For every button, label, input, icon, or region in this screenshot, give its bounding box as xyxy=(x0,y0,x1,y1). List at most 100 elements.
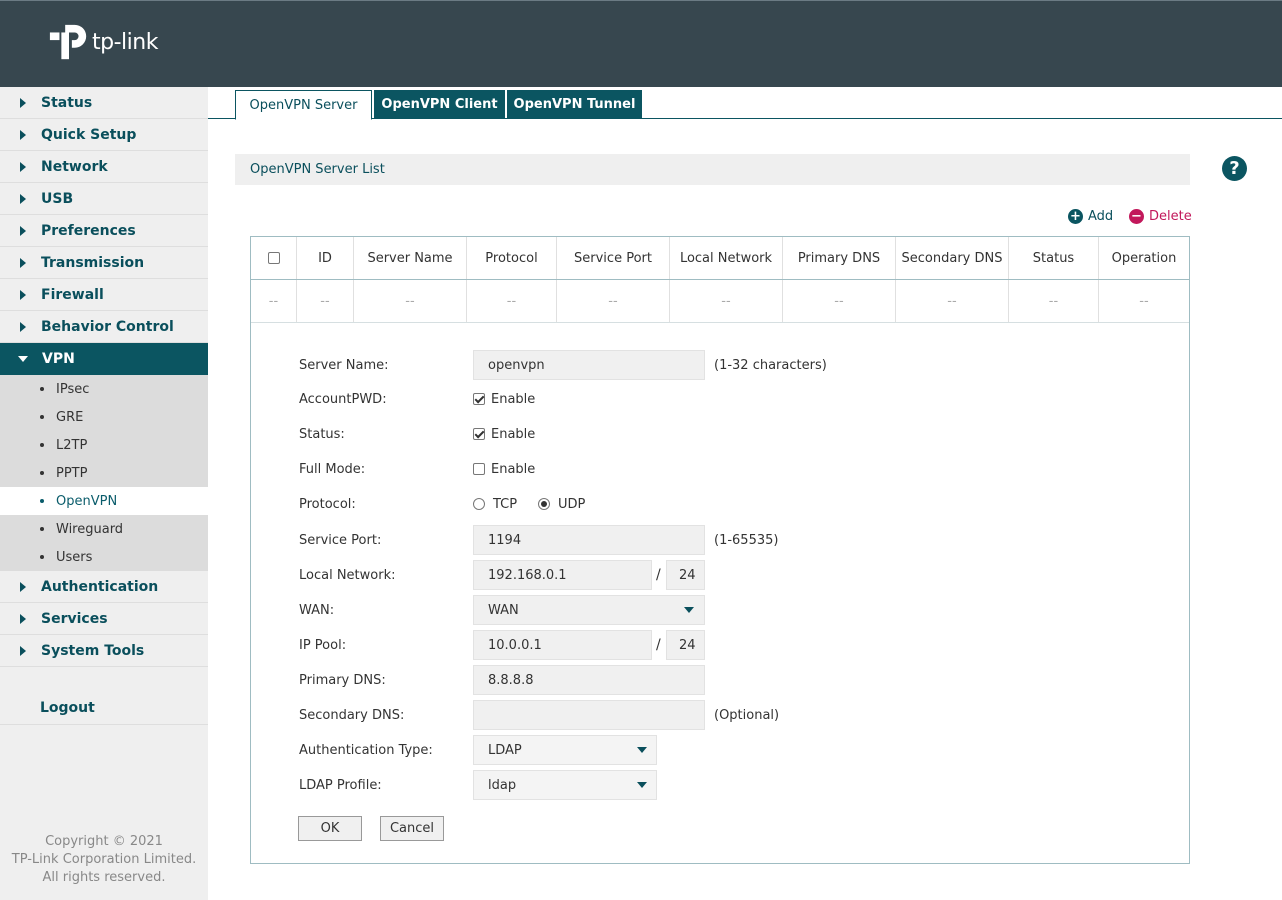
full-mode-option: Enable xyxy=(491,461,536,477)
table-cell: -- xyxy=(670,280,783,322)
logout-link[interactable]: Logout xyxy=(40,700,95,716)
caret-down-icon xyxy=(637,747,647,753)
full-mode-label: Full Mode: xyxy=(299,461,366,477)
table-cell: -- xyxy=(297,280,354,322)
delete-button[interactable]: − Delete xyxy=(1129,209,1192,224)
tab-openvpn-client[interactable]: OpenVPN Client xyxy=(374,90,505,119)
chevron-right-icon xyxy=(20,257,26,268)
protocol-radio-tcp[interactable]: TCP xyxy=(473,489,517,519)
auth-type-label: Authentication Type: xyxy=(299,742,433,758)
sidebar-subitem-gre[interactable]: GRE xyxy=(0,403,208,431)
auth-type-select[interactable]: LDAP xyxy=(473,735,657,765)
sidebar: Status Quick Setup Network USB Preferences Tr… xyxy=(0,87,208,900)
wan-select[interactable]: WAN xyxy=(473,595,705,625)
caret-down-icon xyxy=(684,607,694,613)
tab-openvpn-tunnel[interactable]: OpenVPN Tunnel xyxy=(507,90,642,119)
sidebar-item-behavior-control[interactable]: Behavior Control xyxy=(0,311,208,343)
sidebar-item-label: Firewall xyxy=(41,286,104,303)
bullet-icon xyxy=(40,527,44,531)
tp-link-logo: tp-link xyxy=(48,21,158,63)
add-label: Add xyxy=(1088,209,1114,224)
sidebar-item-firewall[interactable]: Firewall xyxy=(0,279,208,311)
primary-dns-input[interactable]: 8.8.8.8 xyxy=(473,665,705,695)
sidebar-subitem-wireguard[interactable]: Wireguard xyxy=(0,515,208,543)
protocol-label: Protocol: xyxy=(299,496,356,512)
protocol-option-tcp: TCP xyxy=(493,496,518,512)
server-name-label: Server Name: xyxy=(299,357,389,373)
copyright: Copyright © 2021 TP-Link Corporation Lim… xyxy=(0,833,208,887)
sidebar-subitem-label: PPTP xyxy=(56,465,88,481)
copyright-line: Copyright © 2021 xyxy=(45,834,163,849)
table-row: -- -- -- -- -- -- -- -- -- -- xyxy=(251,280,1189,323)
sidebar-item-transmission[interactable]: Transmission xyxy=(0,247,208,279)
column-header: Status xyxy=(1009,237,1099,279)
sidebar-subitem-label: GRE xyxy=(56,409,84,425)
checkbox-checked-icon xyxy=(473,393,485,405)
table-cell: -- xyxy=(1139,293,1149,309)
add-button[interactable]: + Add xyxy=(1068,209,1113,224)
status-checkbox[interactable]: Enable xyxy=(473,419,535,449)
protocol-radio-udp[interactable]: UDP xyxy=(538,489,585,519)
ldap-profile-select[interactable]: ldap xyxy=(473,770,657,800)
radio-selected-icon xyxy=(538,498,550,510)
sidebar-item-usb[interactable]: USB xyxy=(0,183,208,215)
sidebar-subitem-ipsec[interactable]: IPsec xyxy=(0,375,208,403)
chevron-right-icon xyxy=(20,581,26,592)
sidebar-item-label: Transmission xyxy=(41,254,145,271)
ok-button[interactable]: OK xyxy=(298,816,362,841)
account-pwd-checkbox[interactable]: Enable xyxy=(473,384,535,414)
sidebar-subitem-label: Wireguard xyxy=(56,521,124,537)
ip-pool-label: IP Pool: xyxy=(299,637,347,653)
sidebar-item-vpn[interactable]: VPN xyxy=(0,343,208,375)
bullet-icon xyxy=(40,471,44,475)
table-cell: -- xyxy=(354,280,467,322)
secondary-dns-input[interactable] xyxy=(473,700,705,730)
full-mode-checkbox[interactable]: Enable xyxy=(473,454,535,484)
bullet-icon xyxy=(40,555,44,559)
sidebar-item-label: Behavior Control xyxy=(41,318,174,335)
local-network-ip-input[interactable]: 192.168.0.1 xyxy=(473,560,652,590)
ip-pool-mask-input[interactable]: 24 xyxy=(666,630,705,660)
cancel-button[interactable]: Cancel xyxy=(380,816,444,841)
bullet-icon xyxy=(40,415,44,419)
sidebar-item-services[interactable]: Services xyxy=(0,603,208,635)
sidebar-item-authentication[interactable]: Authentication xyxy=(0,571,208,603)
sidebar-item-system-tools[interactable]: System Tools xyxy=(0,635,208,667)
sidebar-item-preferences[interactable]: Preferences xyxy=(0,215,208,247)
server-name-input[interactable]: openvpn xyxy=(473,350,705,380)
select-all-checkbox[interactable] xyxy=(267,252,280,264)
local-network-label: Local Network: xyxy=(299,567,396,583)
separator: / xyxy=(656,567,661,583)
copyright-line: TP-Link Corporation Limited. xyxy=(11,852,197,867)
chevron-right-icon xyxy=(20,193,26,204)
column-header: Server Name xyxy=(354,237,467,279)
sidebar-subitem-l2tp[interactable]: L2TP xyxy=(0,431,208,459)
ip-pool-ip-input[interactable]: 10.0.0.1 xyxy=(473,630,652,660)
sidebar-subitem-pptp[interactable]: PPTP xyxy=(0,459,208,487)
bullet-icon xyxy=(40,387,44,391)
service-port-input[interactable]: 1194 xyxy=(473,525,705,555)
sidebar-item-status[interactable]: Status xyxy=(0,87,208,119)
chevron-right-icon xyxy=(20,161,26,172)
sidebar-subitem-openvpn[interactable]: OpenVPN xyxy=(0,487,208,515)
radio-unselected-icon xyxy=(473,498,485,510)
server-name-hint: (1-32 characters) xyxy=(714,357,827,373)
table-cell: -- xyxy=(896,280,1009,322)
sidebar-item-label: Preferences xyxy=(41,222,136,239)
chevron-right-icon xyxy=(20,613,26,624)
local-network-mask-input[interactable]: 24 xyxy=(666,560,705,590)
help-icon[interactable]: ? xyxy=(1222,156,1247,181)
wan-label: WAN: xyxy=(299,602,335,618)
chevron-down-icon xyxy=(18,356,28,362)
wan-select-value: WAN xyxy=(488,602,519,618)
brand-name: tp-link xyxy=(92,29,158,55)
sidebar-subitem-users[interactable]: Users xyxy=(0,543,208,571)
sidebar-item-label: VPN xyxy=(42,351,75,367)
sidebar-item-quick-setup[interactable]: Quick Setup xyxy=(0,119,208,151)
sidebar-item-label: USB xyxy=(41,190,74,207)
tab-openvpn-server[interactable]: OpenVPN Server xyxy=(235,90,372,120)
column-header: Primary DNS xyxy=(783,237,896,279)
primary-dns-label: Primary DNS: xyxy=(299,672,386,688)
sidebar-item-network[interactable]: Network xyxy=(0,151,208,183)
section-title: OpenVPN Server List xyxy=(235,154,1190,185)
